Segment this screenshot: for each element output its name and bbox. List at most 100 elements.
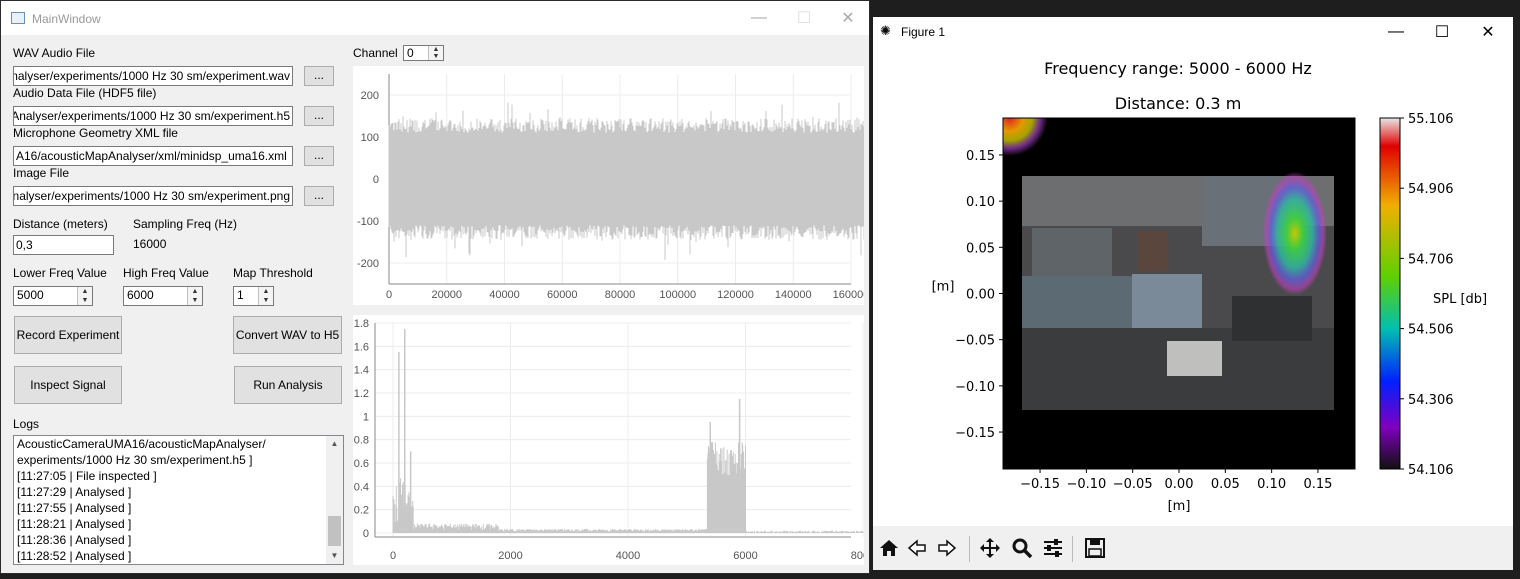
lower-freq-label: Lower Freq Value (13, 266, 107, 280)
y-tick-label: 1.8 (354, 318, 369, 330)
log-line: experiments/1000 Hz 30 sm/experiment.h5 … (17, 453, 253, 467)
colorbar-label: SPL [db] (1433, 292, 1487, 307)
record-experiment-button[interactable]: Record Experiment (14, 316, 122, 354)
y-tick-label: 0 (363, 528, 369, 540)
y-tick-label: −0.15 (955, 426, 995, 441)
log-lines: AcousticCameraUMA16/acousticMapAnalyser/… (14, 436, 326, 564)
image-browse-button[interactable]: ... (304, 186, 334, 206)
toolbar-separator (969, 536, 970, 562)
run-analysis-button[interactable]: Run Analysis (234, 366, 342, 404)
y-tick-label: 0.2 (354, 505, 369, 517)
sampling-value: 16000 (133, 237, 167, 251)
minimize-button[interactable]: — (736, 1, 782, 35)
figure-close-button[interactable]: ✕ (1465, 15, 1511, 49)
y-tick-label: 0 (373, 174, 379, 186)
maximize-button[interactable]: ☐ (781, 1, 827, 35)
y-tick-label: 200 (361, 90, 379, 102)
spectrum-plot[interactable]: 0 2000 4000 6000 8000 1.8 1.6 1.4 1.2 1 0.8 0.6 0.4 0… (353, 315, 876, 565)
x-tick-label: 8000 (851, 550, 864, 562)
scroll-down-icon[interactable]: ▼ (326, 548, 343, 564)
wav-browse-button[interactable]: ... (304, 66, 334, 86)
scroll-thumb[interactable] (328, 516, 341, 546)
high-freq-spinbox[interactable]: 6000 ▲ ▼ (123, 286, 203, 306)
x-tick-label: 20000 (431, 289, 462, 301)
photo-door (1137, 231, 1167, 271)
spectrum-chart: 0 2000 4000 6000 8000 1.8 1.6 1.4 1.2 1 0.8 0.6 0.4 0… (354, 318, 876, 562)
spin-up-icon[interactable]: ▲ (188, 287, 202, 296)
convert-wav-button[interactable]: Convert WAV to H5 (233, 316, 342, 354)
log-line: [11:28:36 | Analysed ] (17, 533, 132, 547)
colorbar-tick-label: 54.106 (1408, 463, 1454, 478)
spin-down-icon[interactable]: ▼ (429, 53, 443, 60)
y-tick-label: -200 (357, 258, 379, 270)
photo-wall (1032, 228, 1112, 283)
save-icon[interactable] (1081, 534, 1109, 562)
wav-label: WAV Audio File (13, 46, 96, 60)
spin-up-icon[interactable]: ▲ (78, 287, 92, 296)
x-tick-label: −0.10 (1066, 477, 1106, 492)
xml-browse-button[interactable]: ... (304, 146, 334, 166)
log-line: AcousticCameraUMA16/acousticMapAnalyser/ (17, 437, 266, 451)
distance-input[interactable]: 0,3 (13, 235, 114, 255)
configure-icon[interactable] (1039, 534, 1067, 562)
x-tick-label: 0 (390, 550, 396, 562)
matplotlib-icon: ✺ (880, 23, 891, 38)
figure-title: Figure 1 (901, 25, 946, 39)
spin-down-icon[interactable]: ▼ (188, 296, 202, 305)
log-output[interactable]: AcousticCameraUMA16/acousticMapAnalyser/… (13, 435, 344, 565)
high-freq-label: High Freq Value (123, 266, 209, 280)
waveform-plot[interactable]: 0 20000 40000 60000 80000 100000 120000 140000 1… (353, 66, 869, 305)
xml-path-value: A16/acousticMapAnalyser/xml/minidsp_uma1… (16, 149, 287, 163)
forward-icon[interactable] (933, 534, 961, 562)
wav-path-field[interactable]: nalyser/experiments/1000 Hz 30 sm/experi… (13, 66, 293, 86)
h5-browse-button[interactable]: ... (304, 106, 334, 126)
close-button[interactable]: ✕ (825, 1, 871, 35)
scroll-up-icon[interactable]: ▲ (326, 436, 343, 452)
chart-subtitle: Distance: 0.3 m (1115, 94, 1242, 113)
high-freq-value: 6000 (127, 288, 154, 302)
spin-up-icon[interactable]: ▲ (259, 287, 273, 296)
title-bar[interactable]: MainWindow — ☐ ✕ (1, 1, 869, 35)
toolbar-separator (1072, 536, 1073, 562)
figure-maximize-button[interactable]: ☐ (1419, 15, 1465, 49)
x-tick-label: 60000 (547, 289, 578, 301)
h5-path-field[interactable]: Analyser/experiments/1000 Hz 30 sm/exper… (13, 106, 293, 126)
y-tick-label: -100 (357, 216, 379, 228)
spin-down-icon[interactable]: ▼ (78, 296, 92, 305)
y-tick-label: 1.4 (354, 365, 369, 377)
xml-path-field[interactable]: A16/acousticMapAnalyser/xml/minidsp_uma1… (13, 146, 293, 166)
photo-chairs (1232, 296, 1312, 341)
x-tick-label: 0.00 (1165, 477, 1194, 492)
main-window: MainWindow — ☐ ✕ WAV Audio File nalyser/… (0, 0, 876, 574)
log-scrollbar[interactable]: ▲ ▼ (326, 436, 343, 564)
figure-title-bar[interactable]: ✺ Figure 1 — ☐ ✕ (873, 17, 1513, 47)
spin-down-icon[interactable]: ▼ (259, 296, 273, 305)
image-label: Image File (13, 166, 70, 180)
wav-path-value: nalyser/experiments/1000 Hz 30 sm/experi… (13, 69, 290, 83)
home-icon[interactable] (875, 534, 903, 562)
inspect-signal-button[interactable]: Inspect Signal (14, 366, 122, 404)
y-tick-label: −0.05 (955, 334, 995, 349)
spin-up-icon[interactable]: ▲ (429, 46, 443, 53)
lower-freq-spinbox[interactable]: 5000 ▲ ▼ (13, 286, 93, 306)
y-tick-label: 0.6 (354, 458, 369, 470)
log-line: [11:27:05 | File inspected ] (17, 469, 157, 483)
image-path-field[interactable]: nalyser/experiments/1000 Hz 30 sm/experi… (13, 186, 293, 206)
colorbar-tick-label: 54.906 (1408, 182, 1454, 197)
channel-spinbox[interactable]: 0 ▲ ▼ (403, 45, 444, 61)
back-icon[interactable] (903, 534, 931, 562)
figure-minimize-button[interactable]: — (1373, 15, 1419, 49)
x-tick-label: 0 (386, 289, 392, 301)
pan-icon[interactable] (976, 534, 1004, 562)
y-tick-label: 1 (363, 411, 369, 423)
zoom-icon[interactable] (1008, 534, 1036, 562)
window-title: MainWindow (32, 12, 101, 26)
acoustic-map-figure[interactable]: Frequency range: 5000 - 6000 Hz Distance:… (873, 47, 1513, 525)
colorbar-tick-label: 54.506 (1408, 323, 1454, 338)
channel-label: Channel (353, 46, 398, 60)
x-tick-label: −0.15 (1020, 477, 1060, 492)
threshold-spinbox[interactable]: 1 ▲ ▼ (233, 286, 274, 306)
x-tick-label: 120000 (717, 289, 754, 301)
x-tick-label: 6000 (733, 550, 757, 562)
y-tick-label: 0.00 (966, 288, 995, 303)
